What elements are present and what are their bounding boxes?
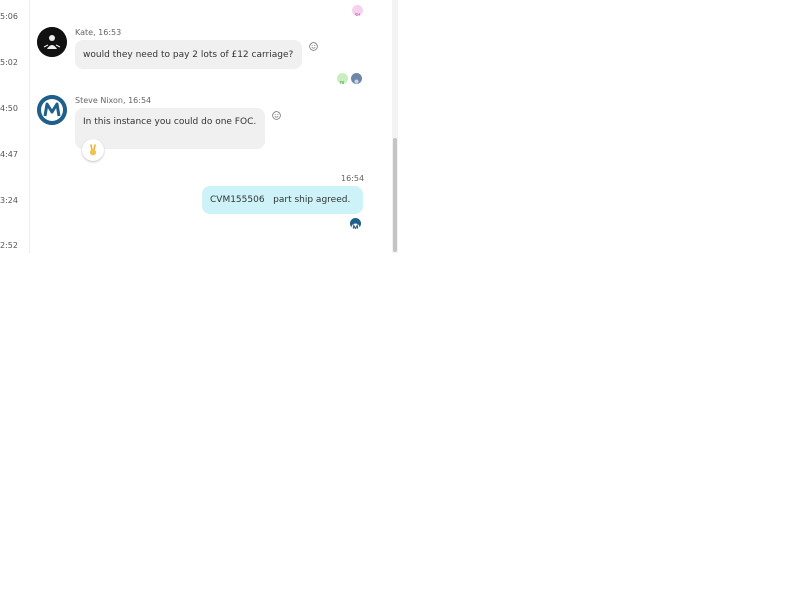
add-reaction-icon[interactable] [272,111,281,120]
read-receipt-avatar [351,73,362,84]
message-bubble[interactable]: would they need to pay 2 lots of £12 car… [75,40,302,69]
timeline-time: 5:06 [0,12,18,21]
silhouette-avatar-icon [37,27,67,57]
message-time: 16:54 [341,174,365,183]
user-avatar-icon: SH [355,13,361,17]
scrollbar-thumb[interactable] [393,138,397,252]
user-avatar-icon [354,79,359,84]
read-receipt-avatar [350,218,361,229]
message-meta: Steve Nixon, 16:54 [75,96,152,105]
message-text: would they need to pay 2 lots of £12 car… [83,49,294,60]
message-meta: Kate, 16:53 [75,28,122,37]
m-logo-avatar-icon [37,95,67,125]
timeline-time: 4:50 [0,104,18,113]
timeline-time: 4:47 [0,150,18,159]
message-bubble[interactable]: In this instance you could do one FOC. [75,108,265,149]
avatar[interactable] [37,27,67,57]
read-receipt-avatar: DL [337,73,348,84]
timeline-time: 5:02 [0,58,18,67]
svg-text:SH: SH [355,13,361,17]
message-reaction[interactable] [82,139,104,161]
m-logo-avatar-icon [351,223,360,229]
read-receipt-avatar: SH [352,5,363,16]
timeline-time: 3:24 [0,196,18,205]
avatar[interactable] [37,95,67,125]
add-reaction-icon[interactable] [309,42,318,51]
timeline-time: 2:52 [0,241,18,250]
chat-pane: SH Kate, 16:53 would they need to pay 2 … [30,0,392,253]
chat-scrollbar[interactable] [392,0,398,253]
message-text: CVM155506 part ship agreed. [210,195,351,205]
svg-text:DL: DL [340,81,346,85]
message-bubble-own[interactable]: CVM155506 part ship agreed. [202,186,363,214]
victory-hand-icon [89,144,97,156]
timeline-column: 5:06 5:02 4:50 4:47 3:24 2:52 [0,0,28,253]
message-text: In this instance you could do one FOC. [83,117,257,127]
user-avatar-icon: DL [340,81,346,85]
